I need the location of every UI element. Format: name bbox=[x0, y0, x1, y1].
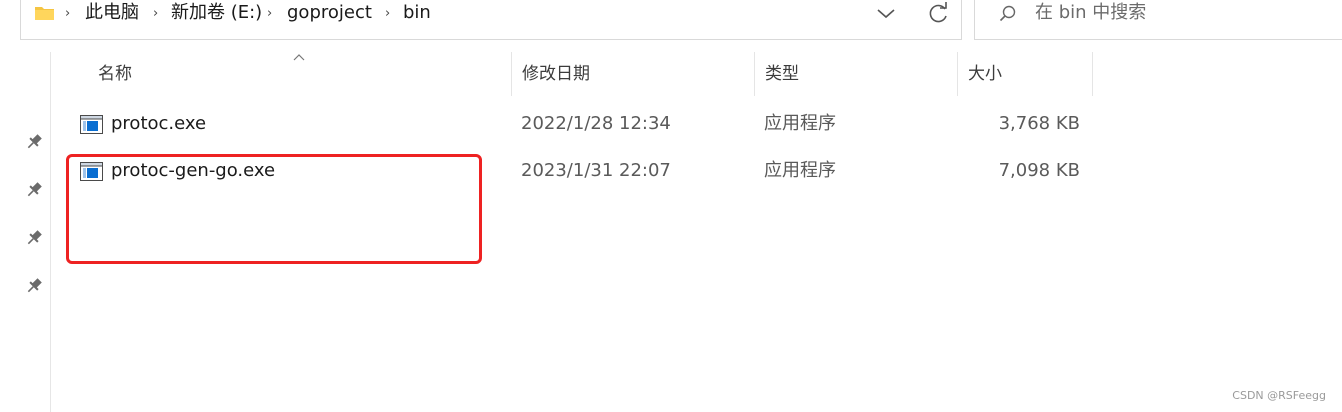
breadcrumb-bin[interactable]: bin bbox=[403, 2, 431, 24]
file-name: protoc.exe bbox=[111, 113, 207, 134]
breadcrumb-separator: › bbox=[153, 6, 159, 21]
breadcrumb-drive-e[interactable]: 新加卷 (E:) bbox=[171, 2, 262, 24]
address-bar[interactable]: › 此电脑 › 新加卷 (E:) › goproject › bin bbox=[20, 0, 962, 40]
folder-icon bbox=[35, 7, 54, 20]
pin-icon[interactable] bbox=[24, 180, 44, 200]
pin-icon[interactable] bbox=[24, 276, 44, 296]
file-row[interactable]: protoc.exe 2022/1/28 12:34 应用程序 3,768 KB bbox=[70, 101, 1110, 147]
column-header-name[interactable]: 名称 bbox=[88, 52, 512, 96]
pin-icon[interactable] bbox=[24, 132, 44, 152]
watermark: CSDN @RSFeegg bbox=[1232, 389, 1326, 402]
file-size: 3,768 KB bbox=[998, 113, 1080, 134]
navigation-pane bbox=[0, 52, 51, 412]
column-header-size[interactable]: 大小 bbox=[958, 52, 1092, 96]
search-box[interactable]: 在 bin 中搜索 bbox=[974, 0, 1342, 40]
file-date-modified: 2023/1/31 22:07 bbox=[521, 160, 671, 181]
column-header-type[interactable]: 类型 bbox=[755, 52, 957, 96]
breadcrumb-separator: › bbox=[385, 6, 391, 21]
highlight-annotation bbox=[66, 154, 482, 264]
breadcrumb-separator: › bbox=[267, 6, 273, 21]
search-input[interactable]: 在 bin 中搜索 bbox=[1035, 2, 1146, 24]
column-divider[interactable] bbox=[1092, 52, 1093, 96]
file-type: 应用程序 bbox=[764, 113, 836, 134]
breadcrumb-separator: › bbox=[65, 6, 71, 21]
pin-icon[interactable] bbox=[24, 228, 44, 248]
file-date-modified: 2022/1/28 12:34 bbox=[521, 113, 671, 134]
search-icon bbox=[999, 5, 1016, 22]
chevron-down-icon[interactable] bbox=[873, 2, 899, 24]
breadcrumb-this-pc[interactable]: 此电脑 bbox=[85, 2, 139, 24]
application-icon bbox=[80, 115, 103, 134]
refresh-icon[interactable] bbox=[924, 0, 952, 27]
column-header-date-modified[interactable]: 修改日期 bbox=[512, 52, 754, 96]
file-type: 应用程序 bbox=[764, 160, 836, 181]
file-size: 7,098 KB bbox=[998, 160, 1080, 181]
breadcrumb-goproject[interactable]: goproject bbox=[287, 2, 372, 24]
